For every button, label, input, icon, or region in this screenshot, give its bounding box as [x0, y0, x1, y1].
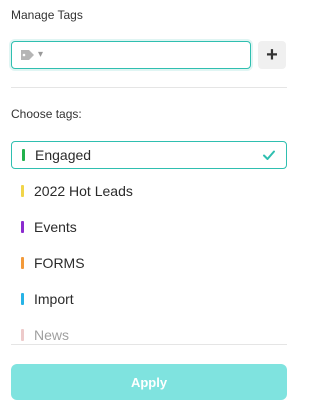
tag-item-engaged[interactable]: Engaged — [11, 141, 287, 169]
tag-label: 2022 Hot Leads — [34, 183, 133, 199]
add-tag-button[interactable]: + — [258, 41, 286, 69]
checkmark-icon — [262, 148, 276, 162]
tag-item-2022-hot-leads[interactable]: 2022 Hot Leads — [11, 177, 287, 205]
tag-label: FORMS — [34, 255, 85, 271]
tag-color-swatch — [21, 293, 24, 305]
tag-item-events[interactable]: Events — [11, 213, 287, 241]
tag-search-input[interactable]: ▾ — [11, 41, 251, 69]
tag-label: Events — [34, 219, 77, 235]
tag-item-news[interactable]: News — [11, 321, 287, 343]
tag-label: Import — [34, 291, 74, 307]
tag-label: News — [34, 327, 70, 343]
tag-color-swatch — [21, 185, 24, 197]
tag-icon — [20, 48, 36, 62]
tag-color-swatch — [21, 257, 24, 269]
tag-item-import[interactable]: Import — [11, 285, 287, 313]
tag-color-swatch — [21, 329, 24, 341]
manage-tags-title: Manage Tags — [11, 8, 83, 22]
apply-button[interactable]: Apply — [11, 364, 287, 400]
tag-label: Engaged — [35, 147, 92, 163]
tag-list[interactable]: Engaged 2022 Hot Leads Events FORMS Impo… — [11, 141, 287, 343]
tag-color-swatch — [21, 221, 24, 233]
choose-tags-label: Choose tags: — [11, 107, 82, 121]
tag-item-forms[interactable]: FORMS — [11, 249, 287, 277]
divider — [11, 344, 287, 345]
tag-color-swatch — [22, 149, 25, 161]
chevron-down-icon[interactable]: ▾ — [38, 50, 43, 60]
divider — [11, 87, 287, 88]
